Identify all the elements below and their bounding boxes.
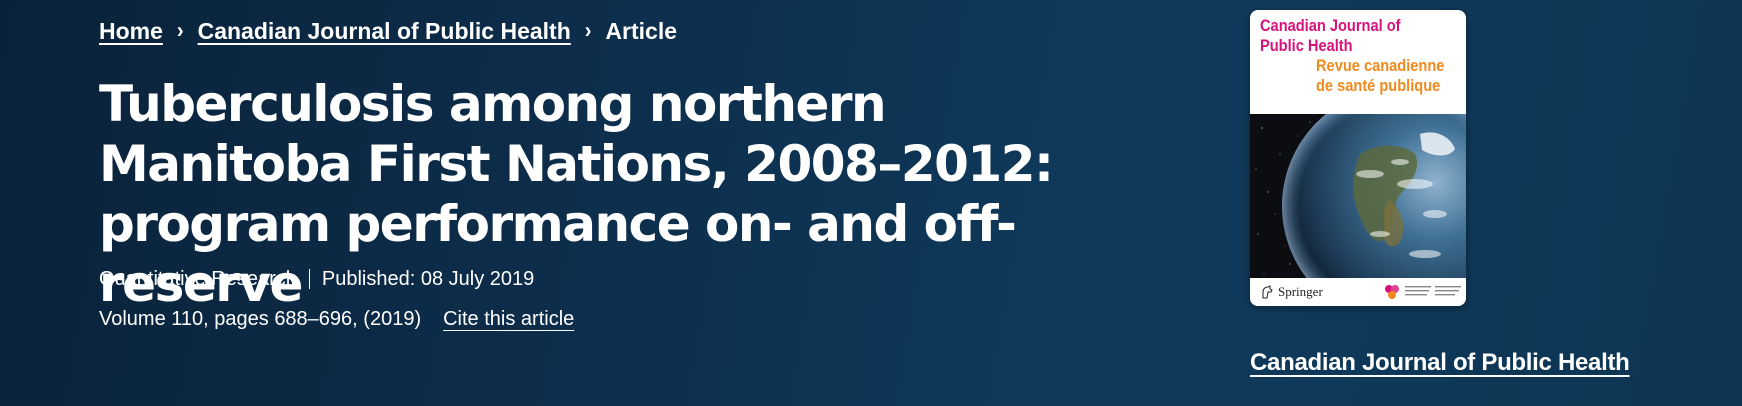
publisher-name: Springer xyxy=(1278,284,1323,299)
published-date: Published: 08 July 2019 xyxy=(321,268,535,290)
article-type: Quantitative Research xyxy=(99,268,297,290)
cover-footer: Springer xyxy=(1250,278,1466,306)
cover-title-en: Canadian Journal of Public Health xyxy=(1260,16,1401,55)
breadcrumb: Home › Canadian Journal of Public Health… xyxy=(99,16,677,46)
earth-illustration xyxy=(1250,88,1466,306)
meta-divider xyxy=(308,269,310,289)
chevron-right-icon: › xyxy=(176,18,184,44)
chevron-right-icon: › xyxy=(584,18,592,44)
springer-horse-icon xyxy=(1262,285,1273,299)
journal-cover[interactable]: Canadian Journal of Public Health Revue … xyxy=(1250,10,1466,306)
volume-pages: Volume 110, pages 688–696, (2019) xyxy=(99,308,422,330)
cpha-text-logo xyxy=(1405,286,1461,296)
breadcrumb-journal-link[interactable]: Canadian Journal of Public Health xyxy=(198,16,571,46)
breadcrumb-home-link[interactable]: Home xyxy=(99,16,163,46)
article-header: Home › Canadian Journal of Public Health… xyxy=(0,0,1742,406)
cover-title-fr: Revue canadienne de santé publique xyxy=(1316,56,1445,95)
cpha-logo-icon xyxy=(1385,285,1399,299)
journal-link[interactable]: Canadian Journal of Public Health xyxy=(1250,348,1630,378)
cite-article-link[interactable]: Cite this article xyxy=(443,306,574,332)
breadcrumb-current: Article xyxy=(605,18,678,44)
earth-cover-image xyxy=(1250,88,1466,306)
article-meta: Quantitative Research Published: 08 July… xyxy=(99,266,534,292)
article-citation: Volume 110, pages 688–696, (2019) Cite t… xyxy=(99,306,574,332)
